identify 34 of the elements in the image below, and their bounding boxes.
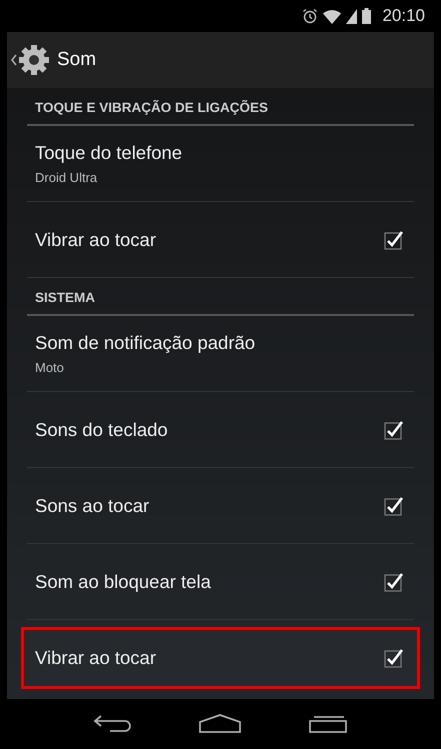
battery-icon bbox=[362, 8, 372, 24]
item-summary: Moto bbox=[35, 360, 65, 375]
recent-apps-icon[interactable] bbox=[308, 714, 348, 734]
settings-item[interactable]: Vibrar ao tocar bbox=[21, 627, 420, 689]
section-title: SISTEMA bbox=[35, 290, 96, 304]
checkbox[interactable] bbox=[384, 648, 404, 668]
checkbox[interactable] bbox=[384, 230, 404, 250]
settings-item[interactable]: Vibrar ao tocar bbox=[27, 202, 414, 278]
item-title: Som de notificação padrão bbox=[35, 332, 256, 354]
item-title: Som ao bloquear tela bbox=[35, 570, 211, 592]
home-icon[interactable] bbox=[198, 714, 242, 734]
checkbox[interactable] bbox=[384, 572, 404, 592]
settings-item[interactable]: Som ao bloquear tela bbox=[27, 544, 414, 620]
clock-time: 20:10 bbox=[382, 6, 425, 26]
item-title: Vibrar ao tocar bbox=[35, 647, 156, 669]
checkbox[interactable] bbox=[384, 420, 404, 440]
back-icon[interactable] bbox=[92, 714, 133, 734]
section-title: TOQUE E VIBRAÇÃO DE LIGAÇÕES bbox=[35, 100, 268, 114]
item-title: Toque do telefone bbox=[35, 142, 182, 164]
settings-item[interactable]: Sons ao tocar bbox=[27, 468, 414, 544]
wifi-icon bbox=[323, 8, 342, 24]
back-caret-icon bbox=[11, 54, 17, 66]
item-summary: Droid Ultra bbox=[35, 170, 98, 185]
gear-icon bbox=[17, 43, 51, 77]
item-title: Sons do teclado bbox=[35, 418, 168, 440]
item-title: Vibrar ao tocar bbox=[35, 228, 156, 250]
alarm-clock-icon bbox=[302, 8, 318, 24]
screen-title: Som bbox=[57, 49, 96, 71]
settings-item[interactable]: Sons do teclado bbox=[27, 392, 414, 468]
checkbox[interactable] bbox=[384, 496, 404, 516]
settings-item[interactable]: Toque do telefone Droid Ultra bbox=[27, 126, 414, 202]
item-title: Sons ao tocar bbox=[35, 494, 150, 516]
signal-icon bbox=[346, 8, 358, 24]
settings-item[interactable]: Som de notificação padrão Moto bbox=[27, 316, 414, 392]
